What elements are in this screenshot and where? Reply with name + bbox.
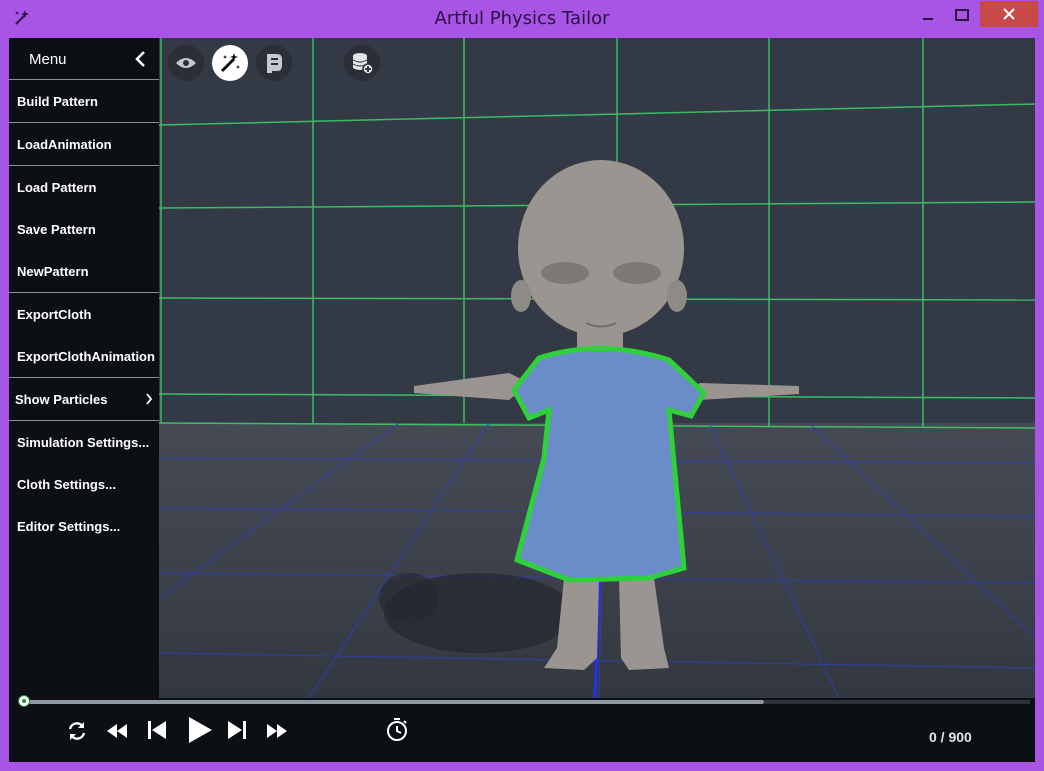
menu-item-label: Cloth Settings... — [17, 477, 116, 492]
loop-icon — [68, 722, 86, 740]
database-add-icon — [352, 53, 374, 75]
menu-item-export-cloth[interactable]: ExportCloth — [9, 293, 159, 335]
loop-button[interactable] — [63, 717, 91, 745]
menu-item-label: Build Pattern — [17, 94, 98, 109]
rewind-button[interactable] — [103, 717, 131, 745]
3d-viewport[interactable] — [9, 38, 1035, 698]
play-icon — [189, 717, 212, 743]
fast-forward-button[interactable] — [263, 717, 291, 745]
menu-item-cloth-settings[interactable]: Cloth Settings... — [9, 463, 159, 505]
menu-item-label: Simulation Settings... — [17, 435, 150, 450]
title-bar: Artful Physics Tailor — [0, 0, 1044, 38]
chevron-left-icon[interactable] — [133, 50, 147, 68]
side-menu: Menu Build Pattern LoadAnimation Load Pa… — [9, 38, 159, 698]
pattern-button[interactable] — [256, 45, 292, 81]
menu-item-label: NewPattern — [17, 264, 89, 279]
database-add-button[interactable] — [344, 45, 380, 81]
eye-icon — [176, 58, 196, 68]
fast-forward-icon — [267, 724, 287, 738]
rewind-icon — [107, 724, 127, 738]
menu-item-label: Load Pattern — [17, 180, 97, 195]
menu-item-label: Save Pattern — [17, 222, 96, 237]
menu-item-label: ExportClothAnimation — [17, 349, 155, 364]
play-button[interactable] — [183, 712, 217, 748]
menu-title: Menu — [29, 51, 67, 68]
skip-forward-icon — [228, 721, 246, 739]
timer-button[interactable] — [383, 716, 411, 744]
minimize-button[interactable] — [912, 2, 944, 28]
menu-item-show-particles[interactable]: Show Particles — [9, 378, 159, 420]
menu-header: Menu — [9, 38, 159, 80]
close-icon — [1003, 8, 1015, 20]
skip-forward-button[interactable] — [223, 715, 251, 745]
timeline-track-end — [764, 700, 1030, 704]
menu-item-label: ExportCloth — [17, 307, 92, 322]
timeline-scrubber[interactable] — [18, 695, 30, 707]
maximize-button[interactable] — [946, 2, 978, 28]
skip-back-icon — [148, 721, 166, 739]
maximize-icon — [955, 9, 969, 21]
chevron-right-icon — [146, 393, 153, 405]
character-model — [379, 160, 799, 670]
menu-item-new-pattern[interactable]: NewPattern — [9, 250, 159, 292]
skip-back-button[interactable] — [143, 715, 171, 745]
frame-counter: 0 / 900 — [929, 729, 972, 745]
menu-item-load-pattern[interactable]: Load Pattern — [9, 166, 159, 208]
app-client-area: Menu Build Pattern LoadAnimation Load Pa… — [9, 38, 1035, 762]
timer-icon — [387, 718, 407, 741]
menu-item-export-cloth-animation[interactable]: ExportClothAnimation — [9, 335, 159, 377]
pattern-icon — [267, 54, 282, 73]
menu-item-build-pattern[interactable]: Build Pattern — [9, 80, 159, 122]
menu-item-label: Editor Settings... — [17, 519, 121, 534]
visibility-button[interactable] — [168, 45, 204, 81]
menu-item-simulation-settings[interactable]: Simulation Settings... — [9, 421, 159, 463]
menu-item-label: LoadAnimation — [17, 137, 112, 152]
magic-wand-icon — [220, 53, 240, 73]
window-title: Artful Physics Tailor — [434, 8, 610, 29]
minimize-icon — [923, 18, 933, 20]
magic-wand-button[interactable] — [212, 45, 248, 81]
menu-item-label: Show Particles — [15, 392, 108, 407]
close-button[interactable] — [980, 1, 1038, 27]
menu-item-load-animation[interactable]: LoadAnimation — [9, 123, 159, 165]
timeline-track[interactable] — [24, 700, 764, 704]
menu-item-editor-settings[interactable]: Editor Settings... — [9, 505, 159, 547]
menu-item-save-pattern[interactable]: Save Pattern — [9, 208, 159, 250]
